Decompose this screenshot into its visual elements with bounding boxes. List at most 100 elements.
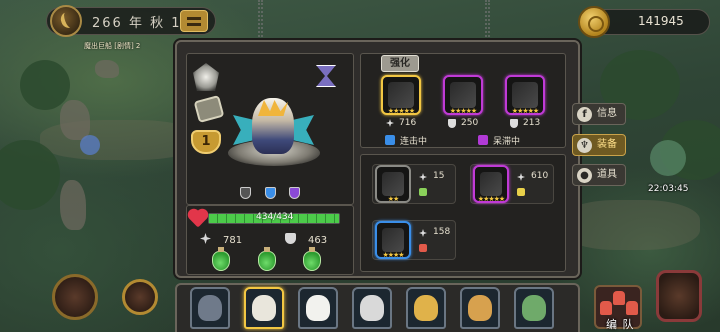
watch-tower xyxy=(60,100,90,140)
attack-stat: 781 xyxy=(200,233,242,246)
hp-text: 434/434 xyxy=(256,212,294,222)
side-menu-info[interactable]: f 信息 xyxy=(572,103,626,125)
inventory-stat-value: 610 xyxy=(531,171,549,181)
date-text: 266 年 秋 14 xyxy=(92,16,192,31)
side-menu-equipment[interactable]: ♆ 装备 xyxy=(572,134,626,156)
defense-value: 463 xyxy=(308,235,328,246)
star-rating: ★★ xyxy=(387,195,400,203)
event-timer: 22:03:45 xyxy=(648,184,689,194)
gauntlet-icon xyxy=(512,82,538,108)
hero-trait-icons xyxy=(240,187,300,199)
status-label: 呆滞中 xyxy=(493,137,521,147)
cheetah-portrait xyxy=(414,295,438,321)
hammer-icon xyxy=(450,82,476,108)
team-member-icon xyxy=(626,301,638,315)
spear-icon xyxy=(388,82,414,108)
team-member-icon xyxy=(600,301,612,315)
attack-icon xyxy=(517,173,525,181)
goblin-enemy-icon[interactable] xyxy=(650,140,686,176)
status-daze: 呆滞中 xyxy=(478,134,520,147)
team-member-icon xyxy=(613,291,625,305)
equipped-slot[interactable]: ★★★★★ xyxy=(381,75,421,115)
enhance-tab[interactable]: 强化 xyxy=(381,55,419,72)
attack-icon xyxy=(200,233,211,244)
wolf-knight-portrait xyxy=(198,295,222,321)
potion-icon[interactable] xyxy=(212,247,230,271)
star-rating: ★★★★★ xyxy=(387,107,415,115)
daze-status-icon xyxy=(478,135,488,145)
hero-roster-slot[interactable] xyxy=(460,287,500,329)
rock xyxy=(95,60,119,78)
item-bag-icon: ● xyxy=(577,168,592,183)
clan-emblem-button[interactable] xyxy=(122,279,158,315)
castle-button[interactable] xyxy=(52,274,98,320)
watch-tower xyxy=(60,180,86,230)
hero-roster-slot[interactable] xyxy=(514,287,554,329)
scythe-icon xyxy=(382,172,404,196)
defense-icon xyxy=(510,119,518,128)
inventory-item[interactable]: ★★★★★ 610 xyxy=(470,164,554,204)
side-menu-label: 装备 xyxy=(597,139,617,150)
potion-icon[interactable] xyxy=(258,247,276,271)
crossbow-icon xyxy=(382,228,404,252)
potion-icon[interactable] xyxy=(303,247,321,271)
chain xyxy=(485,0,490,40)
status-label: 连击中 xyxy=(400,137,428,147)
inventory-item[interactable]: ★★ 15 xyxy=(372,164,456,204)
equipped-slot[interactable]: ★★★★★ xyxy=(505,75,545,115)
inventory-slot[interactable]: ★★★★★ xyxy=(473,165,509,203)
coin-icon xyxy=(578,6,610,38)
frog-knight-portrait xyxy=(522,295,546,321)
inventory-item[interactable]: ★★★★ 158 xyxy=(372,220,456,260)
crescent-moon-icon xyxy=(50,5,82,37)
equipped-stat-value: 213 xyxy=(523,118,541,128)
attack-value: 781 xyxy=(223,235,243,246)
side-menu-label: 信息 xyxy=(597,108,617,119)
star-rating: ★★★★ xyxy=(382,251,404,259)
inventory-stat-value: 158 xyxy=(433,227,451,237)
giraffe-portrait xyxy=(468,295,492,321)
combo-status-icon xyxy=(385,135,395,145)
item-tag-icon xyxy=(419,244,427,252)
defense-icon xyxy=(285,233,296,244)
trait-shield-icon[interactable] xyxy=(240,187,251,199)
tree xyxy=(20,60,70,110)
battle-button[interactable] xyxy=(656,270,702,322)
attack-icon xyxy=(419,229,427,237)
map-location-label[interactable]: 魔出巨船 [剧情] 2 xyxy=(84,41,140,51)
hero-roster-slot[interactable] xyxy=(244,287,284,329)
status-combo: 连击中 xyxy=(385,134,427,147)
inventory-slot[interactable]: ★★★★ xyxy=(375,221,411,259)
hero-roster-slot[interactable] xyxy=(352,287,392,329)
inventory-slot[interactable]: ★★ xyxy=(375,165,411,203)
trait-daze-icon[interactable] xyxy=(289,187,300,199)
eagle-warrior-portrait xyxy=(252,295,276,321)
equipment-icon: ♆ xyxy=(577,138,592,153)
chain xyxy=(258,0,263,40)
hero-roster-slot[interactable] xyxy=(298,287,338,329)
menu-button[interactable] xyxy=(180,10,208,32)
equipped-stat-value: 716 xyxy=(399,118,417,128)
attack-icon xyxy=(419,173,427,181)
item-tag-icon xyxy=(517,188,525,196)
gold-amount: 141945 xyxy=(638,14,684,28)
blade-icon xyxy=(480,172,502,196)
inventory-stat-value: 15 xyxy=(433,171,445,181)
star-rating: ★★★★★ xyxy=(449,107,477,115)
equipped-slot[interactable]: ★★★★★ xyxy=(443,75,483,115)
map-marker-icon[interactable] xyxy=(80,135,100,155)
star-rating: ★★★★★ xyxy=(511,107,539,115)
trait-combo-icon[interactable] xyxy=(264,187,276,199)
defense-stat: 463 xyxy=(285,233,327,246)
dirt-path xyxy=(560,200,700,250)
white-hair-hero-portrait xyxy=(360,295,384,321)
side-menu-item-bag[interactable]: ● 道具 xyxy=(572,164,626,186)
info-icon: f xyxy=(577,107,592,122)
star-rating: ★★★★★ xyxy=(477,195,505,203)
side-menu-label: 道具 xyxy=(597,169,617,180)
defense-icon xyxy=(448,119,456,128)
item-tag-icon xyxy=(419,188,427,196)
polar-bear-portrait xyxy=(306,295,330,321)
hero-roster-slot[interactable] xyxy=(406,287,446,329)
hero-roster-slot[interactable] xyxy=(190,287,230,329)
